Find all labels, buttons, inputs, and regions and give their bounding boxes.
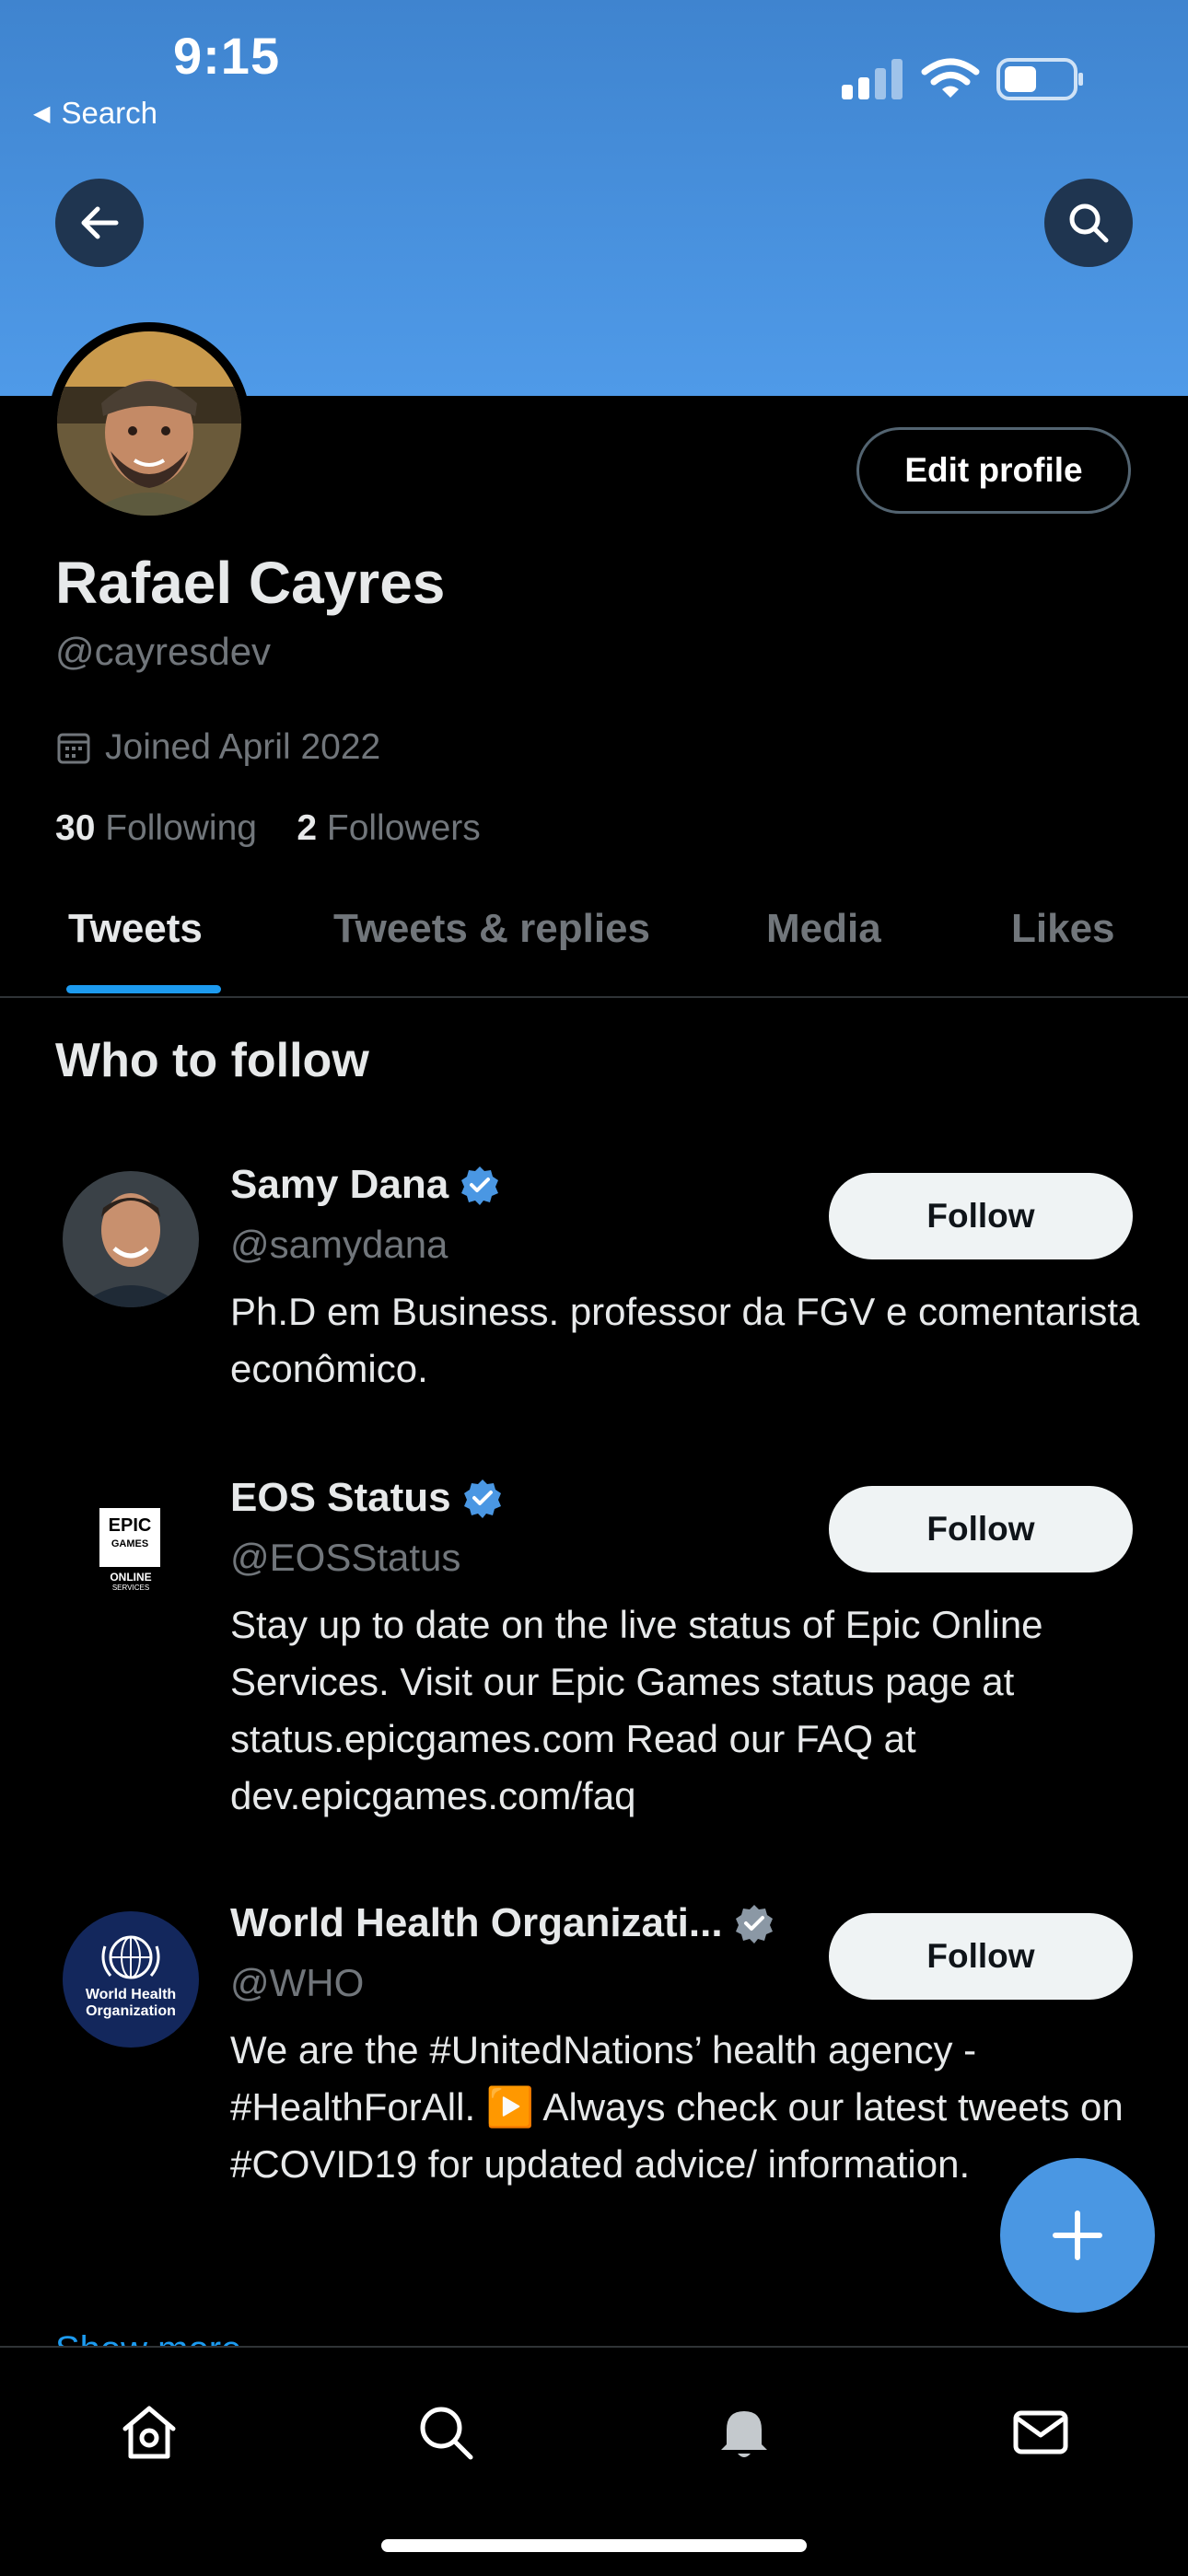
search-button[interactable] — [1044, 179, 1133, 267]
battery-icon — [996, 57, 1085, 106]
profile-handle: @cayresdev — [55, 630, 272, 673]
back-app-label: Search — [61, 96, 158, 130]
follow-button[interactable]: Follow — [829, 1913, 1133, 2000]
search-icon — [1069, 203, 1109, 243]
nav-messages[interactable] — [1004, 2396, 1077, 2469]
joined-date: Joined April 2022 — [55, 727, 380, 768]
following-link[interactable]: 30 Following — [55, 808, 257, 848]
verified-badge-icon — [735, 1905, 773, 1944]
cellular-signal-icon — [842, 59, 906, 104]
epic-logo-line3: ONLINE — [110, 1571, 152, 1584]
suggestion-handle: @WHO — [230, 1961, 365, 2004]
tabs-divider — [0, 996, 1188, 998]
suggestion-bio: We are the #UnitedNations’ health agency… — [230, 2028, 1124, 2186]
arrow-left-icon — [81, 206, 119, 239]
tab-media[interactable]: Media — [766, 906, 881, 952]
epic-games-logo: EPIC GAMES ONLINE SERVICES — [99, 1508, 162, 1596]
suggestion-avatar[interactable] — [63, 1171, 199, 1307]
back-button[interactable] — [55, 179, 144, 267]
suggestion-avatar[interactable]: EPIC GAMES ONLINE SERVICES — [63, 1484, 199, 1620]
status-time: 9:15 — [173, 27, 281, 85]
epic-logo-shield: EPIC GAMES — [99, 1508, 160, 1567]
back-triangle-icon: ◀ — [33, 101, 51, 126]
profile-name: Rafael Cayres — [55, 550, 446, 616]
suggestion-handle: @EOSStatus — [230, 1536, 461, 1579]
messages-envelope-icon — [1013, 2410, 1068, 2454]
profile-tabs: Tweets Tweets & replies Media Likes — [0, 906, 1188, 998]
suggestion-item[interactable]: EPIC GAMES ONLINE SERVICES EOS Status @E… — [0, 1475, 1188, 1843]
calendar-icon — [57, 733, 90, 764]
suggestion-name-text: Samy Dana — [230, 1162, 449, 1207]
epic-logo-line1: EPIC — [108, 1515, 152, 1536]
follow-button[interactable]: Follow — [829, 1173, 1133, 1259]
active-tab-indicator — [66, 985, 221, 993]
suggestion-bio: Stay up to date on the live status of Ep… — [230, 1603, 1043, 1817]
epic-logo-line4: SERVICES — [111, 1584, 150, 1592]
followers-count: 2 — [297, 808, 318, 848]
search-icon — [420, 2407, 473, 2460]
followers-link[interactable]: 2 Followers — [297, 808, 480, 848]
nav-home[interactable] — [112, 2396, 186, 2469]
following-count: 30 — [55, 808, 96, 848]
suggestion-name[interactable]: World Health Organizati... — [230, 1900, 775, 1946]
tab-tweets[interactable]: Tweets — [68, 906, 203, 952]
tab-tweets-replies[interactable]: Tweets & replies — [333, 906, 650, 952]
tab-likes[interactable]: Likes — [1011, 906, 1115, 952]
suggestion-name[interactable]: EOS Status — [230, 1475, 503, 1521]
who-to-follow-title: Who to follow — [55, 1034, 369, 1087]
who-logo-line1: World Health — [85, 1987, 177, 2002]
wifi-icon — [921, 57, 980, 104]
following-label: Following — [105, 808, 257, 848]
suggestion-name[interactable]: Samy Dana — [230, 1162, 500, 1208]
suggestion-avatar[interactable]: World Health Organization — [63, 1911, 199, 2048]
notifications-bell-icon — [721, 2411, 767, 2457]
home-indicator — [381, 2539, 807, 2552]
epic-logo-line2: GAMES — [111, 1538, 149, 1549]
who-logo-line2: Organization — [86, 2003, 176, 2019]
follow-button[interactable]: Follow — [829, 1486, 1133, 1572]
who-emblem-icon — [101, 1935, 160, 1979]
follow-counts: 30 Following 2 Followers — [55, 808, 481, 849]
nav-search[interactable] — [409, 2396, 483, 2469]
home-icon — [122, 2406, 176, 2459]
who-logo-text: World Health Organization — [63, 1987, 199, 2020]
edit-profile-button[interactable]: Edit profile — [856, 427, 1131, 514]
avatar-photo — [57, 331, 241, 516]
verified-badge-icon — [463, 1479, 501, 1518]
suggestion-bio: Ph.D em Business. professor da FGV e com… — [230, 1290, 1140, 1390]
compose-tweet-button[interactable] — [1000, 2158, 1155, 2313]
nav-notifications[interactable] — [707, 2396, 781, 2469]
suggestion-name-text: World Health Organizati... — [230, 1900, 723, 1945]
verified-badge-icon — [461, 1166, 499, 1205]
followers-label: Followers — [326, 808, 481, 848]
joined-label: Joined April 2022 — [105, 727, 381, 767]
plus-icon — [1053, 2210, 1102, 2260]
back-to-app-link[interactable]: ◀ Search — [33, 96, 157, 131]
suggestion-name-text: EOS Status — [230, 1475, 451, 1520]
suggestion-handle: @samydana — [230, 1223, 448, 1266]
profile-avatar[interactable] — [48, 322, 250, 525]
show-more-link[interactable]: Show more — [55, 2329, 241, 2346]
suggestion-item[interactable]: Samy Dana @samydana Ph.D em Business. pr… — [0, 1162, 1188, 1438]
